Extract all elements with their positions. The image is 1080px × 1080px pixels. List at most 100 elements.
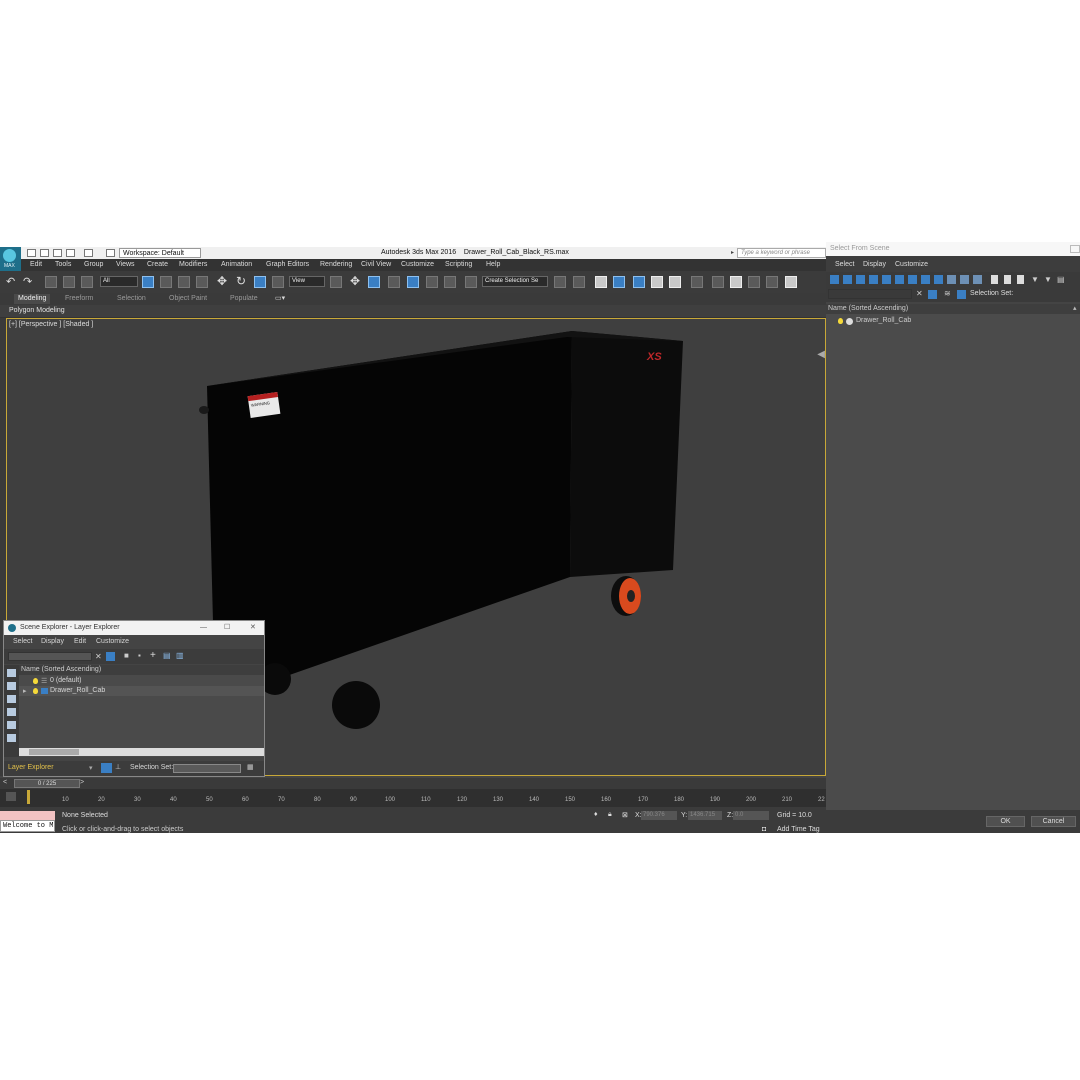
menu-create[interactable]: Create	[147, 261, 168, 268]
menu-rendering[interactable]: Rendering	[320, 261, 352, 268]
dialog-close-icon[interactable]	[1070, 245, 1080, 253]
se-add-to-layer-icon[interactable]: ▪	[138, 651, 141, 660]
x-coord-field[interactable]: 790.376	[641, 811, 677, 820]
tab-freeform[interactable]: Freeform	[65, 295, 93, 302]
curve-editor-icon[interactable]	[651, 276, 663, 288]
display-frozen-filter-icon[interactable]	[973, 275, 982, 284]
display-cameras-filter-icon[interactable]	[882, 275, 891, 284]
display-geometry-filter-icon[interactable]	[843, 275, 852, 284]
display-groups-filter-icon[interactable]	[921, 275, 930, 284]
polygon-modeling-label[interactable]: Polygon Modeling	[9, 307, 65, 314]
undo-icon[interactable]	[66, 249, 75, 257]
selection-lock-icon[interactable]: 🔒︎	[608, 811, 612, 819]
sfs-menu-display[interactable]: Display	[863, 261, 886, 268]
menu-scripting[interactable]: Scripting	[445, 261, 472, 268]
display-cameras-icon[interactable]	[7, 721, 16, 729]
toggle-ribbon-icon[interactable]	[633, 276, 645, 288]
sort-arrow-icon[interactable]: ▴	[1073, 304, 1077, 312]
sfs-column-header[interactable]: Name (Sorted Ascending) ▴	[826, 304, 1080, 314]
display-geometry-icon[interactable]	[7, 682, 16, 690]
se-column-header[interactable]: Name (Sorted Ascending)	[19, 665, 264, 675]
se-selection-set-dropdown[interactable]	[173, 764, 241, 773]
se-scrollbar-thumb[interactable]	[29, 749, 79, 755]
menu-views[interactable]: Views	[116, 261, 135, 268]
isolate-selection-icon[interactable]: ♦	[594, 811, 598, 818]
maximize-icon[interactable]: ☐	[224, 621, 230, 635]
align-icon[interactable]	[573, 276, 585, 288]
explorer-name-dropdown[interactable]: Layer Explorer	[8, 764, 54, 771]
bind-to-space-warp-icon[interactable]	[81, 276, 93, 288]
select-from-scene-titlebar[interactable]: Select From Scene	[826, 242, 1080, 256]
clear-search-icon[interactable]: ✕	[95, 652, 102, 661]
render-setup-icon[interactable]	[712, 276, 724, 288]
visibility-bulb-icon[interactable]	[33, 678, 38, 684]
display-lights-filter-icon[interactable]	[869, 275, 878, 284]
save-file-icon[interactable]	[53, 249, 62, 257]
time-slider-next-icon[interactable]: >	[80, 779, 84, 786]
display-xrefs-filter-icon[interactable]	[934, 275, 943, 284]
material-editor-icon[interactable]	[691, 276, 703, 288]
display-bones-filter-icon[interactable]	[947, 275, 956, 284]
workspace-dropdown[interactable]: Workspace: Default	[119, 248, 201, 258]
se-select-children-icon[interactable]: ▤	[163, 651, 171, 660]
toggle-layer-explorer-icon[interactable]	[613, 276, 625, 288]
sfs-layers-icon[interactable]: ≋	[944, 289, 951, 298]
unlink-icon[interactable]	[63, 276, 75, 288]
app-menu-button[interactable]: MAX	[0, 247, 21, 271]
move-icon[interactable]: ✥	[217, 274, 227, 288]
add-time-tag[interactable]: Add Time Tag	[777, 826, 820, 833]
rectangular-selection-icon[interactable]	[178, 276, 190, 288]
sfs-clear-search-icon[interactable]: ✕	[916, 289, 923, 298]
pivot-center-icon[interactable]	[330, 276, 342, 288]
tab-populate[interactable]: Populate	[230, 295, 258, 302]
maxscript-listener-top[interactable]	[0, 811, 55, 820]
menu-modifiers[interactable]: Modifiers	[179, 261, 207, 268]
timeline-mini-curve-icon[interactable]	[6, 792, 16, 801]
display-warps-filter-icon[interactable]	[908, 275, 917, 284]
menu-edit[interactable]: Edit	[30, 261, 42, 268]
redo-icon[interactable]	[84, 249, 93, 257]
y-coord-field[interactable]: 1436.715	[688, 811, 722, 820]
sort-options-icon[interactable]: ▤	[1057, 275, 1065, 284]
se-search-input[interactable]	[8, 652, 92, 661]
named-selection-dropdown[interactable]: Create Selection Se	[482, 276, 548, 287]
se-menu-customize[interactable]: Customize	[96, 638, 129, 645]
project-folder-icon[interactable]	[106, 249, 115, 257]
se-menu-display[interactable]: Display	[41, 638, 64, 645]
display-helpers-filter-icon[interactable]	[895, 275, 904, 284]
se-menu-edit[interactable]: Edit	[74, 638, 86, 645]
display-shapes-icon[interactable]	[7, 695, 16, 703]
select-invert-icon[interactable]	[1017, 275, 1024, 284]
sfs-hierarchy-icon[interactable]	[957, 290, 966, 299]
tab-selection[interactable]: Selection	[117, 295, 146, 302]
close-icon[interactable]: ✕	[250, 621, 256, 635]
visibility-bulb-icon[interactable]	[838, 318, 843, 324]
filter-options-icon[interactable]: ▼	[1044, 275, 1052, 284]
redo-icon[interactable]: ↷	[23, 275, 32, 288]
menu-graph-editors[interactable]: Graph Editors	[266, 261, 309, 268]
time-slider[interactable]: 0 / 225	[14, 779, 80, 788]
ribbon-options-icon[interactable]: ▭▾	[275, 294, 285, 302]
se-new-layer-icon[interactable]: +	[150, 650, 156, 661]
timeline-playhead[interactable]	[27, 790, 30, 804]
scale-icon[interactable]	[254, 276, 266, 288]
scene-explorer-titlebar[interactable]: Scene Explorer - Layer Explorer — ☐ ✕	[4, 621, 264, 635]
sfs-menu-select[interactable]: Select	[835, 261, 854, 268]
se-hierarchy-icon[interactable]: ⊥	[115, 763, 121, 771]
explorer-dropdown-arrow-icon[interactable]: ▾	[89, 764, 93, 772]
viewport-panel-toggle-icon[interactable]: ◀	[817, 349, 825, 360]
spinner-snap-icon[interactable]	[444, 276, 456, 288]
se-menu-select[interactable]: Select	[13, 638, 32, 645]
sfs-find-case-icon[interactable]	[928, 290, 937, 299]
cancel-button[interactable]: Cancel	[1031, 816, 1076, 827]
schematic-view-icon[interactable]	[669, 276, 681, 288]
select-object-icon[interactable]	[142, 276, 154, 288]
tab-modeling[interactable]: Modeling	[14, 294, 51, 304]
display-none-icon[interactable]	[830, 275, 839, 284]
display-helpers-icon[interactable]	[7, 734, 16, 742]
mirror-icon[interactable]	[554, 276, 566, 288]
se-filter-icon[interactable]	[106, 652, 115, 661]
snaps-toggle-icon[interactable]	[388, 276, 400, 288]
time-slider-prev-icon[interactable]: <	[3, 779, 7, 786]
rendered-frame-window-icon[interactable]	[730, 276, 742, 288]
